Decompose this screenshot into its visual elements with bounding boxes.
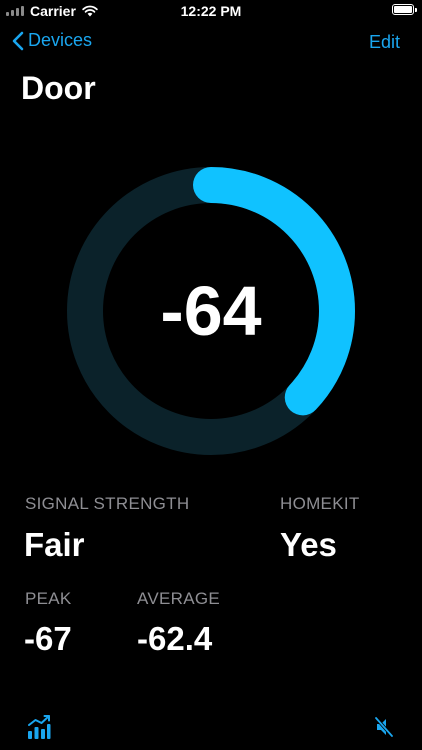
chevron-left-icon bbox=[12, 31, 24, 50]
average-label: AVERAGE bbox=[137, 589, 221, 608]
gauge-value: -64 bbox=[160, 272, 262, 350]
edit-button[interactable]: Edit bbox=[369, 32, 400, 53]
signal-strength-label: SIGNAL STRENGTH bbox=[25, 494, 190, 513]
homekit-label: HOMEKIT bbox=[280, 494, 360, 513]
status-time: 12:22 PM bbox=[180, 3, 242, 19]
page-title: Door bbox=[21, 70, 96, 106]
signal-strength-value: Fair bbox=[24, 526, 85, 563]
battery-icon bbox=[392, 4, 417, 15]
speaker-muted-icon[interactable] bbox=[374, 716, 394, 738]
status-bar: Carrier 12:22 PM bbox=[0, 0, 422, 22]
homekit-value: Yes bbox=[280, 526, 337, 563]
peak-label: PEAK bbox=[25, 589, 72, 608]
navigation-bar: Devices Edit bbox=[0, 28, 422, 60]
back-button-label: Devices bbox=[28, 30, 93, 50]
chart-bars-icon[interactable] bbox=[27, 714, 51, 740]
average-value: -62.4 bbox=[137, 620, 213, 657]
back-button[interactable]: Devices bbox=[12, 30, 92, 51]
peak-value: -67 bbox=[24, 620, 72, 657]
